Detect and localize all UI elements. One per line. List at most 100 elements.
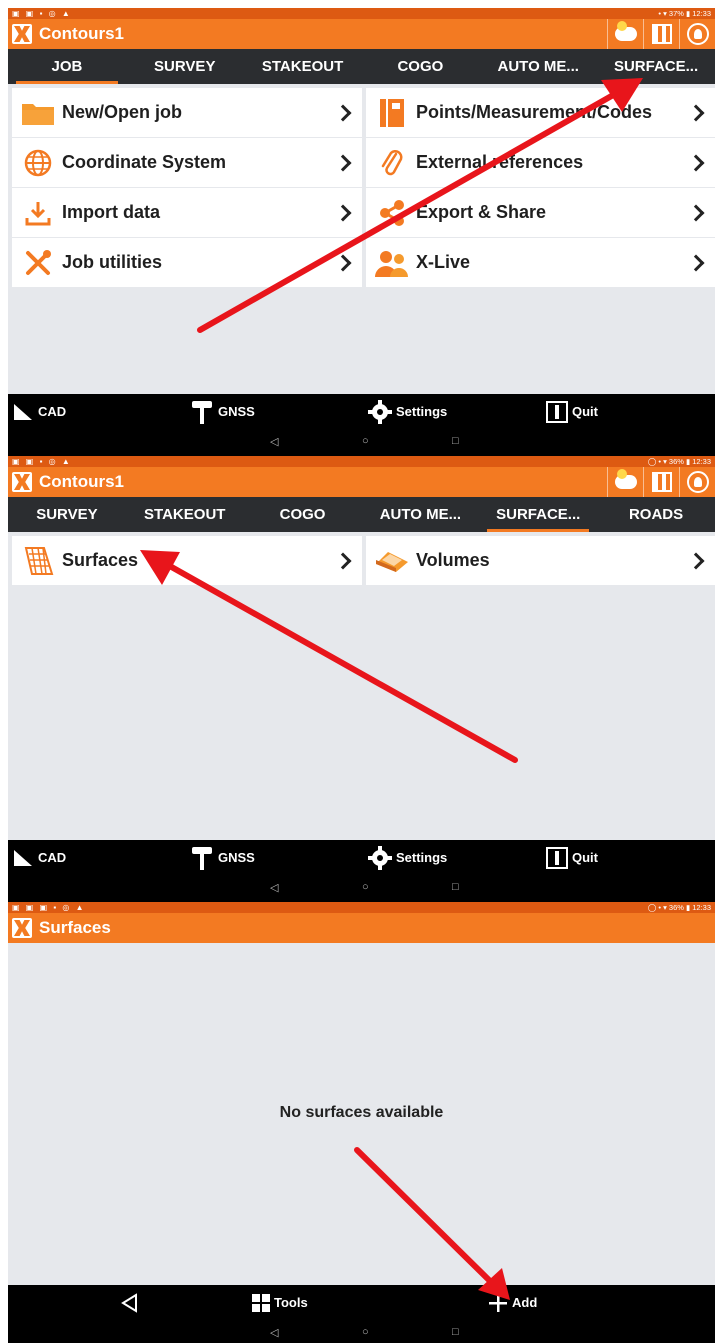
menu-item-label: Export & Share (416, 202, 547, 222)
quit-icon (546, 846, 568, 869)
title-bar: Surfaces (8, 913, 715, 943)
weather-icon[interactable] (607, 19, 643, 49)
qr-code-icon[interactable] (643, 19, 679, 49)
recent-apps-icon[interactable]: □ (452, 435, 459, 447)
quit-button[interactable]: Quit (546, 394, 598, 429)
settings-label: Settings (396, 850, 448, 865)
gnss-antenna-icon (192, 400, 212, 424)
chevron-right-icon (691, 101, 703, 123)
tab-stakeout[interactable]: STAKEOUT (244, 49, 362, 84)
system-nav-bar: ◁ ○ □ (8, 1320, 715, 1343)
gnss-status-icon[interactable] (679, 467, 715, 497)
tab-survey[interactable]: SURVEY (8, 497, 126, 532)
chevron-right-icon (338, 101, 350, 123)
tab-roads[interactable]: ROADS (597, 497, 715, 532)
back-button[interactable] (120, 1285, 140, 1320)
gnss-status-icon[interactable] (679, 19, 715, 49)
system-nav-bar: ◁ ○ □ (8, 875, 715, 902)
menu-item-label: Coordinate System (62, 152, 227, 172)
tools-button[interactable]: Tools (252, 1285, 308, 1320)
back-nav-icon[interactable]: ◁ (270, 1326, 278, 1339)
settings-button[interactable]: Settings (368, 394, 447, 429)
download-icon (20, 198, 56, 228)
volume-icon (374, 546, 410, 576)
grid-icon (252, 1293, 270, 1312)
cad-button[interactable]: CAD (12, 394, 66, 429)
status-bar: ▣ ▣ ▪ ◎ ▲ • ▾ 37% ▮ 12:33 (8, 8, 715, 19)
status-bar: ▣ ▣ ▪ ◎ ▲ ◯ • ▾ 36% ▮ 12:33 (8, 456, 715, 467)
tab-stakeout[interactable]: STAKEOUT (126, 497, 244, 532)
page-title: Surfaces (39, 918, 111, 937)
tab-job[interactable]: JOB (8, 49, 126, 84)
settings-button[interactable]: Settings (368, 840, 447, 875)
page-title: Contours1 (39, 472, 124, 491)
quit-icon (546, 400, 568, 423)
quit-label: Quit (572, 850, 598, 865)
gnss-label: GNSS (218, 404, 255, 419)
cad-label: CAD (38, 850, 67, 865)
menu-item-job-utilities[interactable]: Job utilities (12, 238, 362, 287)
tab-auto-measure[interactable]: AUTO ME... (361, 497, 479, 532)
menu-item-label: Import data (62, 202, 161, 222)
screen-job: ▣ ▣ ▪ ◎ ▲ • ▾ 37% ▮ 12:33 Contours1 JOB … (8, 8, 715, 456)
tab-cogo[interactable]: COGO (244, 497, 362, 532)
back-nav-icon[interactable]: ◁ (270, 435, 278, 448)
gnss-button[interactable]: GNSS (190, 394, 255, 429)
chevron-right-icon (691, 151, 703, 173)
menu-item-volumes[interactable]: Volumes (366, 536, 715, 585)
gnss-button[interactable]: GNSS (190, 840, 255, 875)
back-nav-icon[interactable]: ◁ (270, 881, 278, 894)
menu-item-new-open-job[interactable]: New/Open job (12, 88, 362, 137)
menu-item-external-references[interactable]: External references (366, 138, 715, 187)
home-nav-icon[interactable]: ○ (362, 1326, 369, 1338)
quit-label: Quit (572, 404, 598, 419)
tab-cogo[interactable]: COGO (361, 49, 479, 84)
tab-survey[interactable]: SURVEY (126, 49, 244, 84)
tools-icon (20, 248, 56, 278)
system-nav-bar: ◁ ○ □ (8, 429, 715, 456)
menu-item-coordinate-system[interactable]: Coordinate System (12, 138, 362, 187)
weather-icon[interactable] (607, 467, 643, 497)
recent-apps-icon[interactable]: □ (452, 1326, 459, 1338)
status-right: • ▾ 37% ▮ 12:33 (658, 9, 711, 18)
quit-button[interactable]: Quit (546, 840, 598, 875)
cad-button[interactable]: CAD (12, 840, 66, 875)
menu-item-import-data[interactable]: Import data (12, 188, 362, 237)
tab-bar: SURVEY STAKEOUT COGO AUTO ME... SURFACE.… (8, 497, 715, 532)
share-icon (374, 198, 410, 228)
status-right: ◯ • ▾ 36% ▮ 12:33 (647, 903, 711, 912)
settings-label: Settings (396, 404, 448, 419)
menu-item-label: X-Live (416, 252, 471, 272)
notebook-icon (374, 98, 410, 128)
app-logo-icon[interactable] (12, 918, 32, 938)
chevron-right-icon (338, 201, 350, 223)
menu-item-export-share[interactable]: Export & Share (366, 188, 715, 237)
add-label: Add (512, 1295, 538, 1310)
screen-surfaces-tab: ▣ ▣ ▪ ◎ ▲ ◯ • ▾ 36% ▮ 12:33 Contours1 SU… (8, 456, 715, 902)
qr-code-icon[interactable] (643, 467, 679, 497)
menu-item-label: Surfaces (62, 550, 139, 570)
title-bar: Contours1 (8, 19, 715, 49)
bottom-toolbar: CAD GNSS Settings Quit (8, 394, 715, 429)
chevron-right-icon (691, 201, 703, 223)
chevron-right-icon (338, 251, 350, 273)
gear-icon (368, 399, 392, 424)
tab-auto-measure[interactable]: AUTO ME... (479, 49, 597, 84)
menu-item-points-measurement-codes[interactable]: Points/Measurement/Codes (366, 88, 715, 137)
tab-surfaces[interactable]: SURFACE... (479, 497, 597, 532)
tab-surfaces[interactable]: SURFACE... (597, 49, 715, 84)
home-nav-icon[interactable]: ○ (362, 435, 369, 447)
menu-item-surfaces[interactable]: Surfaces (12, 536, 362, 585)
gnss-antenna-icon (192, 846, 212, 870)
menu-item-x-live[interactable]: X-Live (366, 238, 715, 287)
add-button[interactable]: Add (488, 1285, 537, 1320)
tools-label: Tools (274, 1295, 308, 1310)
bottom-toolbar: Tools Add (8, 1285, 715, 1320)
bottom-toolbar: CAD GNSS Settings Quit (8, 840, 715, 875)
page-title: Contours1 (39, 24, 124, 43)
menu-item-label: Volumes (416, 550, 490, 570)
app-logo-icon[interactable] (12, 24, 32, 44)
recent-apps-icon[interactable]: □ (452, 881, 459, 893)
app-logo-icon[interactable] (12, 472, 32, 492)
home-nav-icon[interactable]: ○ (362, 881, 369, 893)
